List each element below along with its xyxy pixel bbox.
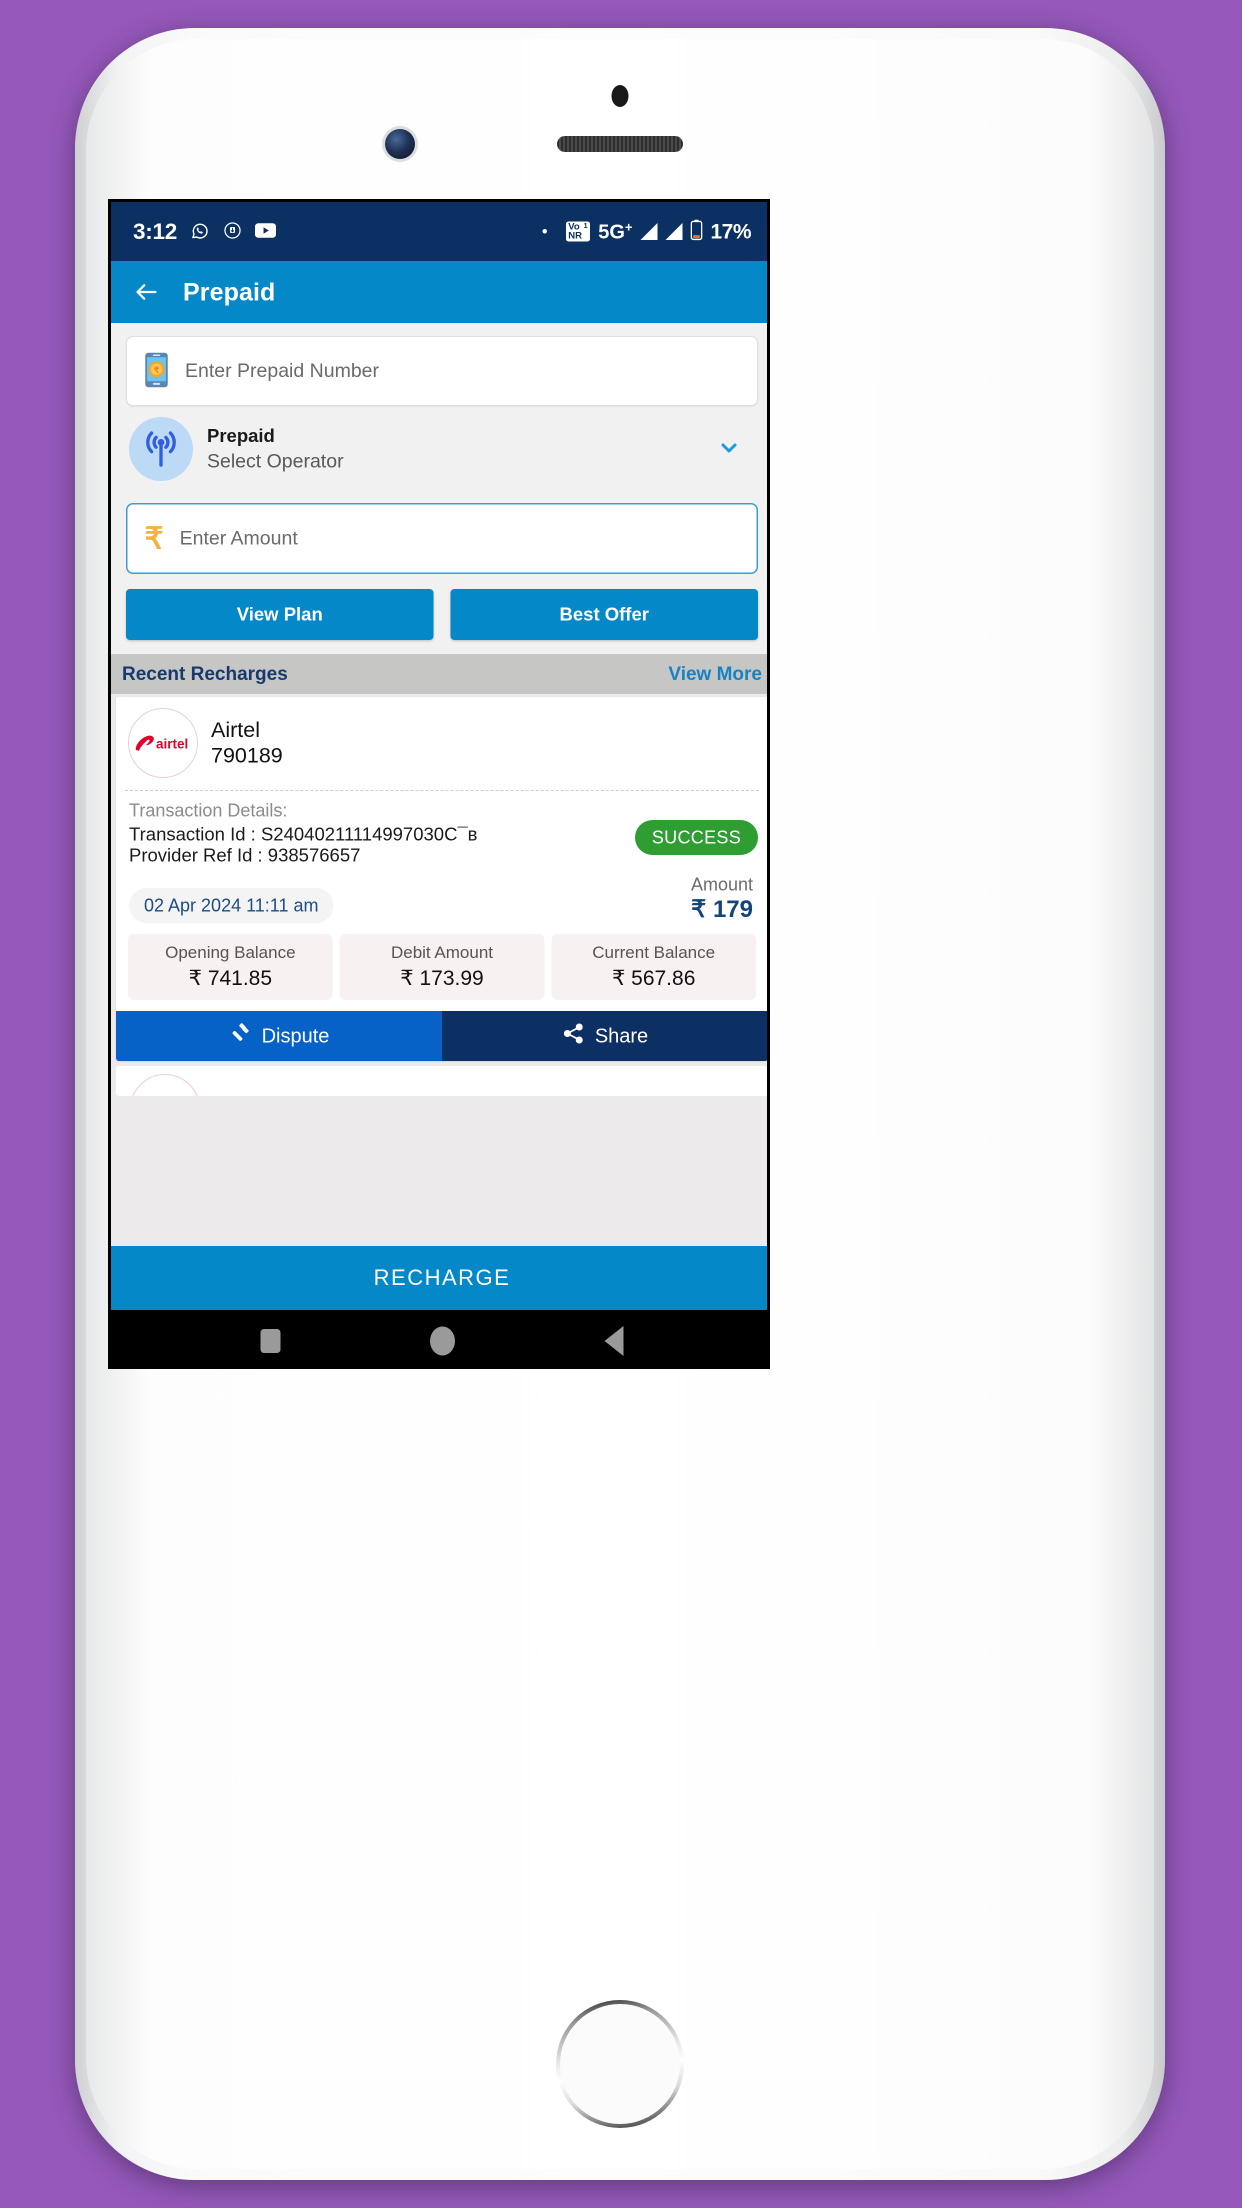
debit-amount-label: Debit Amount [390,943,494,962]
transaction-amount-block: Amount ₹ 179 [691,874,755,923]
earpiece-speaker-icon [557,136,683,152]
signal-bars-sim2-icon [665,222,683,240]
status-clock: 3:12 [133,218,178,245]
recent-recharges-list: airtel Airtel 790189 Transaction Details… [111,694,767,1246]
chevron-down-icon[interactable] [717,436,741,463]
plan-offer-buttons: View Plan Best Offer [126,589,758,640]
circle-icon[interactable] [429,1326,455,1356]
best-offer-button[interactable]: Best Offer [450,589,758,640]
dispute-button[interactable]: Dispute [116,1011,442,1061]
app-icon [223,221,242,243]
transaction-datetime: 02 Apr 2024 11:11 am [129,888,334,923]
current-balance-box: Current Balance ₹ 567.86 [551,934,756,1000]
next-recharge-card-peek[interactable] [116,1066,767,1096]
vonr-badge: Vo NR 1 [565,221,591,242]
dispute-label: Dispute [261,1024,330,1047]
balance-summary-row: Opening Balance ₹ 741.85 Debit Amount ₹ … [116,923,767,1011]
operator-selector[interactable]: Prepaid Select Operator [126,406,758,492]
network-type-label: 5G+ [598,219,633,244]
opening-balance-box: Opening Balance ₹ 741.85 [128,934,333,1000]
recharge-operator-name: Airtel [211,718,260,742]
gavel-icon [229,1022,252,1050]
battery-percent: 17% [710,219,751,243]
recent-recharges-title: Recent Recharges [122,663,288,685]
opening-balance-label: Opening Balance [165,943,296,962]
status-badge: SUCCESS [634,820,758,855]
battery-icon [690,219,703,244]
mobile-rupee-icon: ₹ [143,352,170,391]
opening-balance-value: ₹ 741.85 [188,966,273,990]
amount-placeholder: Enter Amount [179,527,298,550]
svg-text:₹: ₹ [154,366,159,375]
transaction-details-label: Transaction Details: [129,800,288,821]
airtel-logo: airtel [128,708,198,778]
page-title: Prepaid [183,278,276,306]
vonr-label-bottom: NR [568,230,583,241]
datetime-amount-row: 02 Apr 2024 11:11 am Amount ₹ 179 [116,869,767,923]
current-balance-label: Current Balance [592,943,716,962]
phone-screen: 3:12 Vo NR 1 5G+ 17% Prepaid ₹ Enter Pre… [108,199,770,1369]
view-plan-button[interactable]: View Plan [126,589,434,640]
status-bar-left: 3:12 [133,218,277,245]
recent-recharges-header: Recent Recharges View More [111,654,767,694]
triangle-back-icon[interactable] [604,1326,624,1356]
debit-amount-value: ₹ 173.99 [400,966,484,990]
dnd-dot-icon [542,229,547,234]
share-label: Share [594,1024,649,1047]
prepaid-number-placeholder: Enter Prepaid Number [185,360,380,382]
status-bar-right: Vo NR 1 5G+ 17% [542,219,752,244]
operator-texts: Prepaid Select Operator [207,426,344,473]
sim-slot-number: 1 [583,221,588,230]
next-operator-logo-icon [130,1074,200,1096]
arrow-left-icon[interactable] [133,279,160,306]
front-camera-icon [385,129,415,159]
rupee-icon: ₹ [144,521,164,555]
current-balance-value: ₹ 567.86 [611,966,696,990]
amount-field[interactable]: ₹ Enter Amount [126,503,758,574]
recharge-button[interactable]: RECHARGE [111,1246,767,1310]
proximity-sensor-icon [611,85,629,107]
share-button[interactable]: Share [442,1011,767,1061]
card-action-row: Dispute Share [116,1011,767,1061]
android-nav-bar [111,1310,767,1366]
youtube-icon [255,222,277,241]
recharge-card[interactable]: airtel Airtel 790189 Transaction Details… [116,697,767,1061]
recharge-card-header: airtel Airtel 790189 [116,697,767,790]
app-bar: Prepaid [111,261,767,323]
recharge-mobile-number: 790189 [211,743,283,768]
amount-value: ₹ 179 [691,896,753,923]
operator-type-label: Prepaid [207,425,275,447]
square-icon[interactable] [260,1329,281,1353]
broadcast-antenna-icon [129,417,193,481]
home-button[interactable] [556,2000,684,2128]
prepaid-number-field[interactable]: ₹ Enter Prepaid Number [126,336,758,406]
whatsapp-icon [190,220,210,243]
debit-amount-box: Debit Amount ₹ 173.99 [339,934,545,1000]
transaction-details-block: Transaction Details: Transaction Id : S2… [116,791,767,869]
recharge-form-section: ₹ Enter Prepaid Number Prepaid Select Op… [111,323,767,654]
svg-text:airtel: airtel [156,737,188,752]
android-status-bar: 3:12 Vo NR 1 5G+ 17% [111,202,767,261]
share-icon [562,1022,585,1050]
amount-label: Amount [690,874,753,895]
operator-select-label: Select Operator [207,450,344,473]
signal-bars-sim1-icon [640,222,658,240]
view-more-link[interactable]: View More [668,663,762,685]
recharge-card-identity: Airtel 790189 [211,718,283,768]
